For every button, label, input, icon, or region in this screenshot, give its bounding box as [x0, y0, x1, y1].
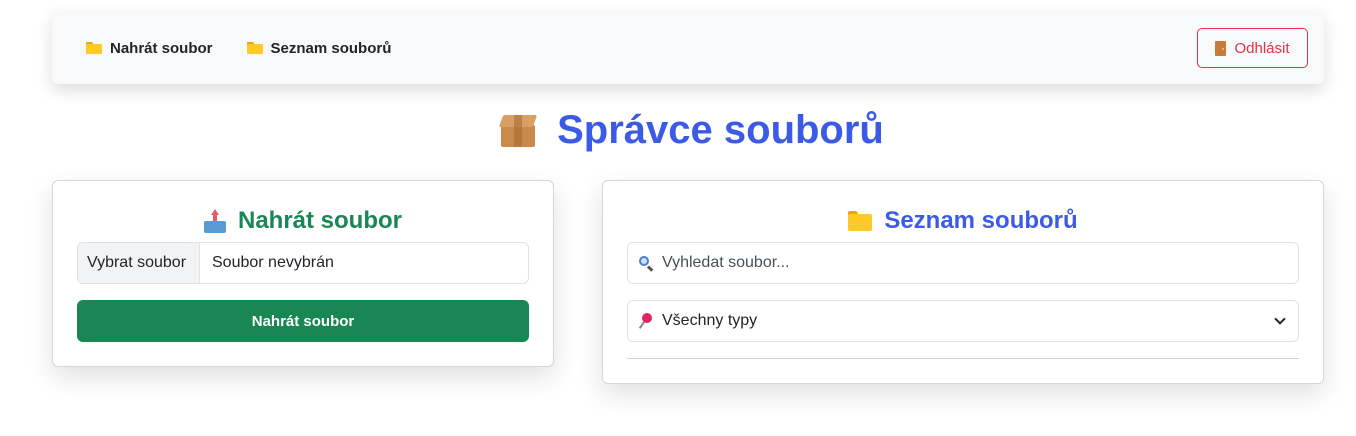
- magnifier-icon: [638, 255, 654, 272]
- package-icon: [498, 113, 538, 149]
- upload-card: Nahrát soubor Vybrat soubor Soubor nevyb…: [52, 180, 554, 367]
- file-list-card-title-text: Seznam souborů: [884, 207, 1078, 234]
- file-list-divider: [627, 358, 1299, 359]
- nav-link-file-list-label: Seznam souborů: [270, 39, 392, 57]
- page-title-text: Správce souborů: [557, 108, 884, 152]
- page-title: Správce souborů: [0, 108, 1356, 153]
- nav-link-upload[interactable]: Nahrát soubor: [86, 40, 213, 57]
- type-filter-value: Všechny typy: [662, 312, 758, 329]
- navbar: Nahrát soubor Seznam souborů Odhlásit: [52, 12, 1324, 84]
- upload-card-title-text: Nahrát soubor: [237, 207, 402, 234]
- chevron-down-icon: [1274, 312, 1286, 325]
- search-box: [627, 242, 1299, 284]
- file-input[interactable]: Vybrat soubor Soubor nevybrán: [77, 242, 529, 284]
- choose-file-button[interactable]: Vybrat soubor: [78, 243, 200, 283]
- file-list-card-title: Seznam souborů: [603, 207, 1323, 235]
- door-icon: [1215, 40, 1227, 56]
- upload-card-title: Nahrát soubor: [53, 207, 553, 235]
- nav-link-file-list[interactable]: Seznam souborů: [246, 39, 392, 57]
- nav-link-upload-label: Nahrát soubor: [110, 39, 213, 57]
- folder-icon: [246, 42, 263, 54]
- logout-label: Odhlásit: [1234, 39, 1290, 57]
- outbox-tray-icon: [203, 209, 226, 233]
- file-list-card: Seznam souborů Všechny typy: [602, 180, 1324, 384]
- pushpin-icon: [638, 313, 654, 329]
- folder-icon: [86, 42, 102, 54]
- search-input[interactable]: [662, 254, 1262, 272]
- file-status: Soubor nevybrán: [212, 254, 334, 271]
- upload-button[interactable]: Nahrát soubor: [77, 300, 529, 342]
- type-filter-select[interactable]: Všechny typy: [627, 300, 1299, 342]
- folder-icon: [848, 211, 873, 231]
- logout-button[interactable]: Odhlásit: [1197, 28, 1308, 68]
